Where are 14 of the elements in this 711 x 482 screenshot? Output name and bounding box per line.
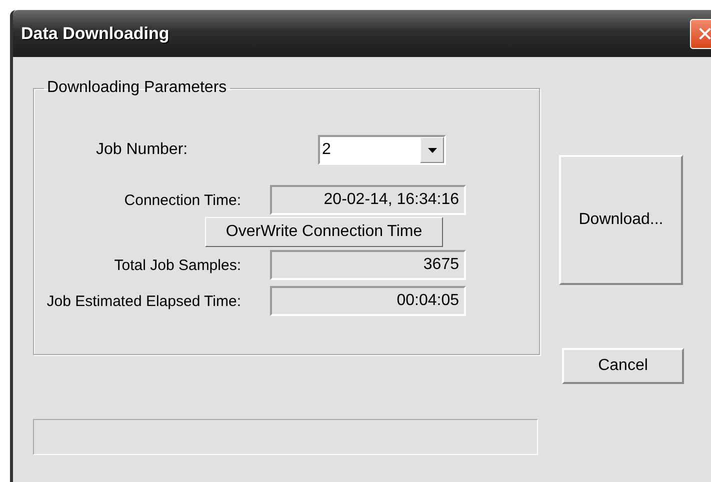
readonly-field: 20-02-14, 16:34:16 <box>270 185 466 215</box>
field-label: Job Estimated Elapsed Time: <box>46 292 242 310</box>
field-label: Total Job Samples: <box>113 256 242 274</box>
job-number-dropdown[interactable]: 2 <box>318 135 446 165</box>
overwrite-button[interactable]: OverWrite Connection Time <box>205 217 443 247</box>
field-label: Connection Time: <box>123 192 242 208</box>
field-label: Job Number: <box>96 141 189 159</box>
readonly-field: 00:04:05 <box>270 286 466 316</box>
window-title: Data Downloading <box>21 24 170 44</box>
readonly-field: 3675 <box>270 250 466 280</box>
group-title: Downloading Parameters <box>46 79 228 97</box>
dropdown-value: 2 <box>321 140 332 160</box>
download-button[interactable]: Download... <box>559 155 683 285</box>
cancel-button[interactable]: Cancel <box>562 348 684 384</box>
